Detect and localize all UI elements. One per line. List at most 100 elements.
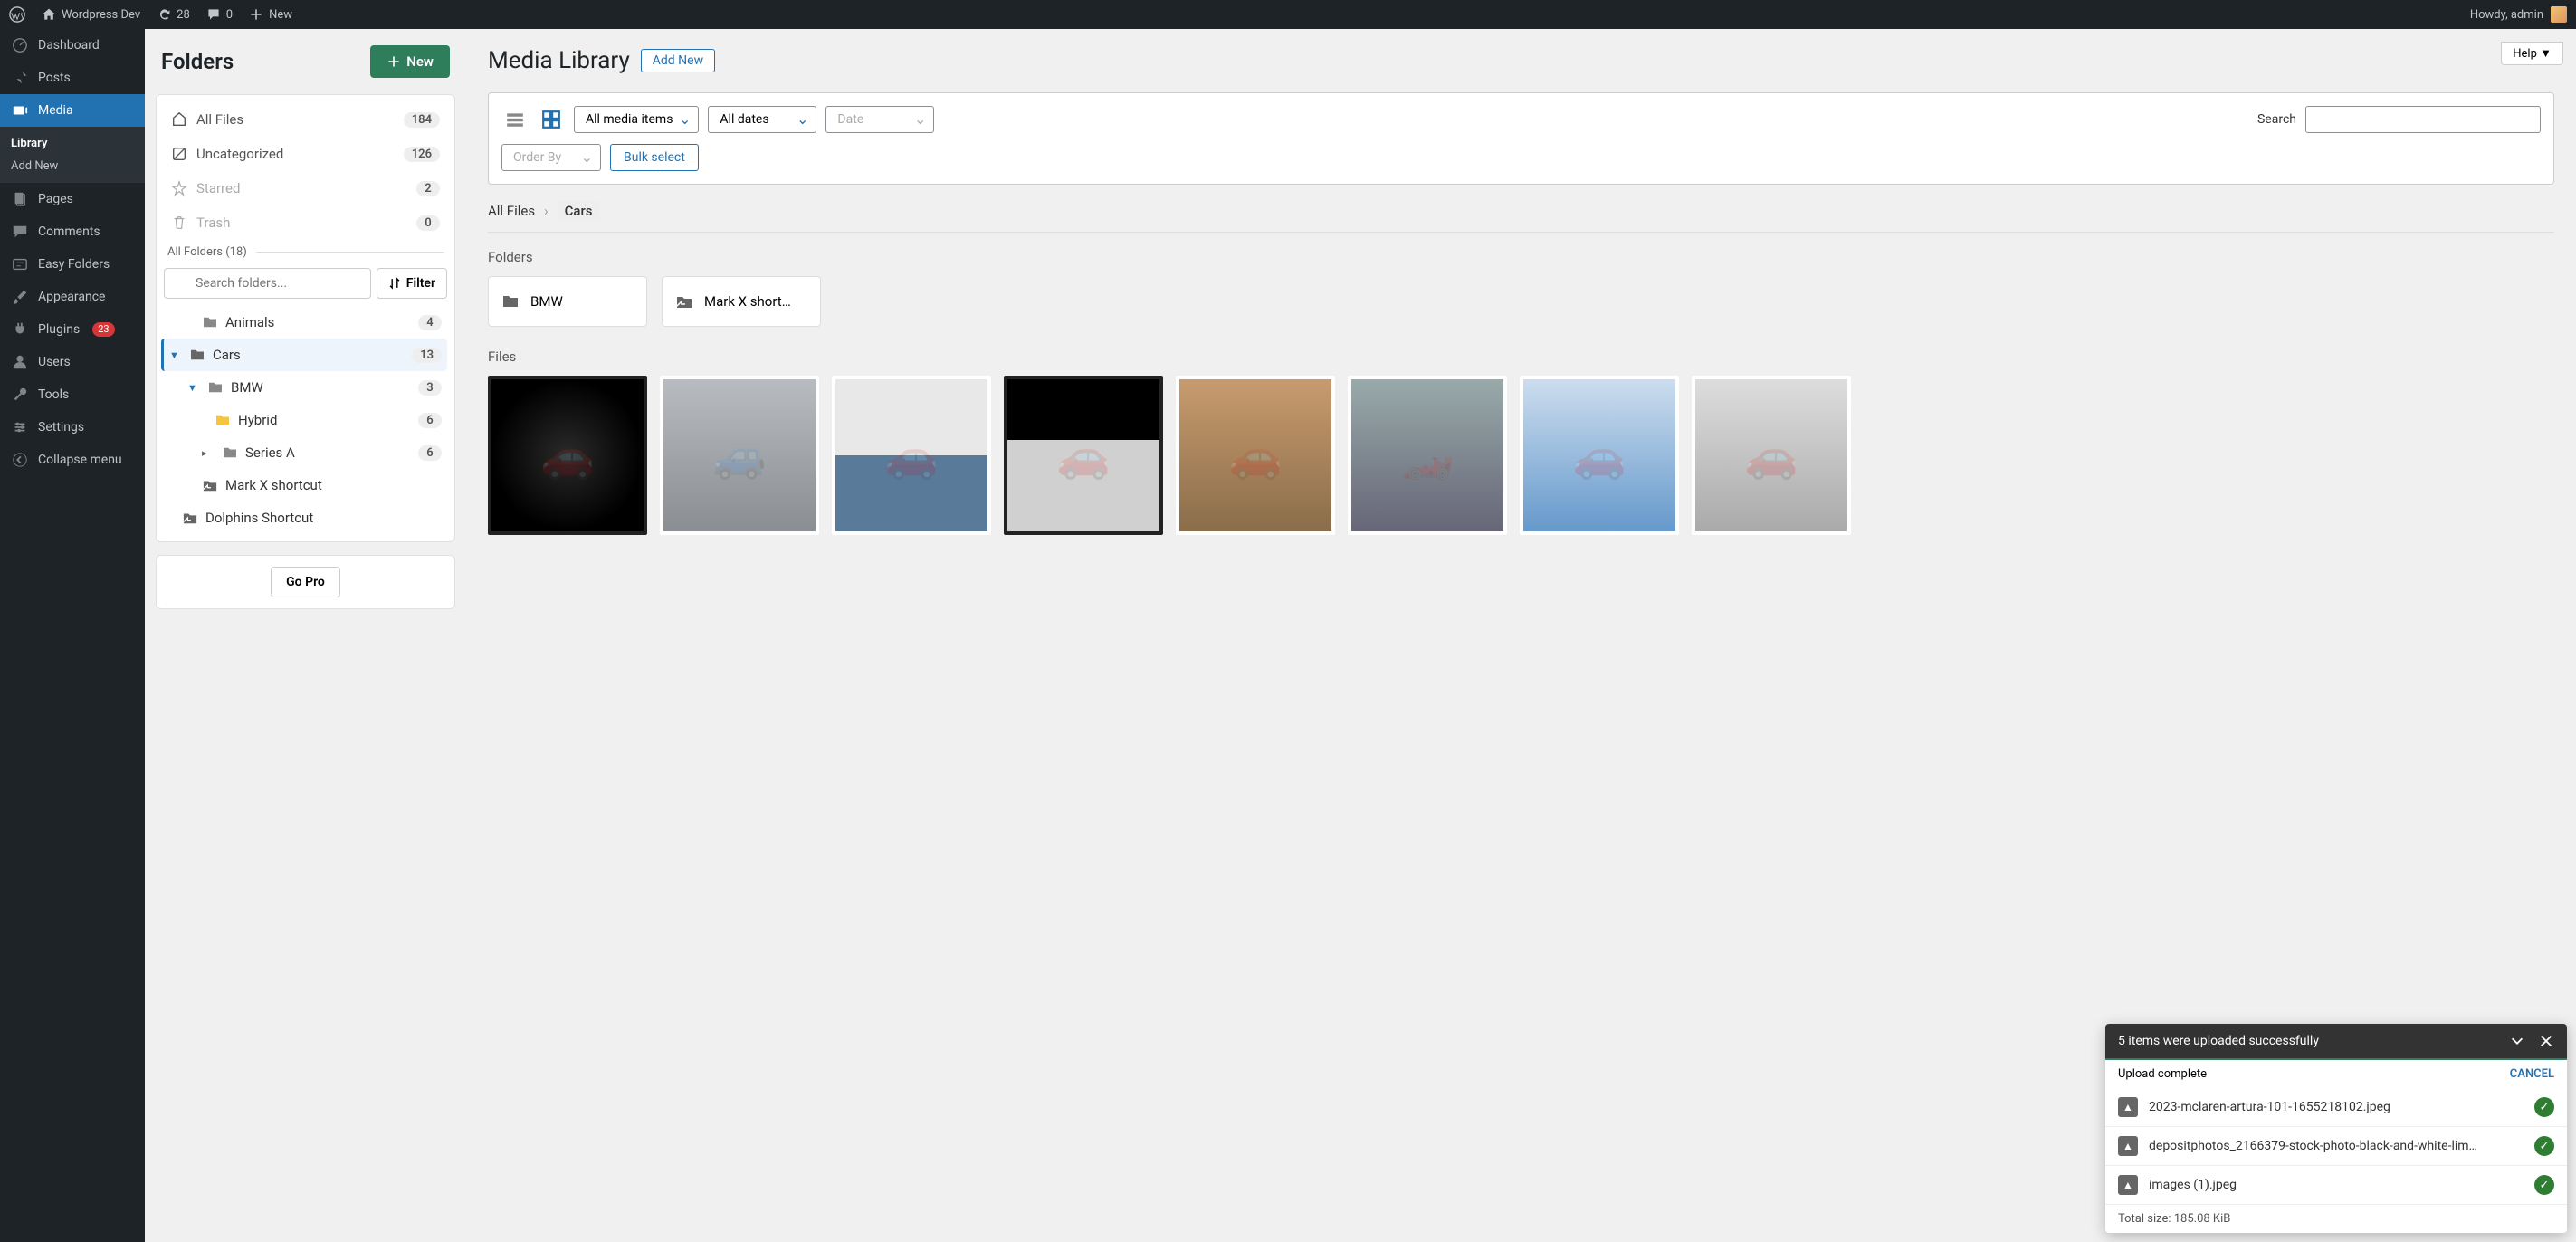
help-tab[interactable]: Help ▼	[2501, 42, 2563, 65]
plugins-badge: 23	[92, 322, 114, 337]
search-label: Search	[2257, 112, 2296, 127]
updates-link[interactable]: 28	[157, 7, 190, 22]
shortcut-icon	[675, 293, 693, 310]
site-link[interactable]: Wordpress Dev	[42, 7, 140, 22]
folder-icon	[202, 316, 218, 329]
upload-list[interactable]: ▲ 2023-mclaren-artura-101-1655218102.jpe…	[2105, 1088, 2567, 1204]
media-submenu: Library Add New	[0, 127, 145, 183]
tree-item-animals[interactable]: ▸Animals 4	[164, 306, 447, 339]
sidebar-item-collapse[interactable]: Collapse menu	[0, 444, 145, 476]
caret-down-icon[interactable]: ▼	[169, 349, 182, 361]
media-thumb[interactable]: 🏎️	[1348, 376, 1507, 535]
tree-item-seriesa[interactable]: ▸Series A 6	[164, 436, 447, 469]
caret-right-icon[interactable]: ▸	[202, 447, 215, 459]
sidebar-sub-addnew[interactable]: Add New	[0, 155, 145, 177]
media-thumb[interactable]: 🚗	[488, 376, 647, 535]
wrench-icon	[11, 386, 29, 404]
breadcrumb-root[interactable]: All Files	[488, 203, 535, 219]
all-folders-label: All Folders (18)	[164, 240, 447, 268]
media-type-select[interactable]: All media items	[574, 106, 699, 133]
upload-cancel-button[interactable]: CANCEL	[2510, 1067, 2554, 1081]
check-icon: ✓	[2534, 1175, 2554, 1195]
chevron-right-icon: ›	[544, 203, 549, 219]
tree-item-hybrid[interactable]: Hybrid 6	[164, 404, 447, 436]
search-folders-input[interactable]	[164, 268, 371, 299]
folder-icon	[189, 349, 205, 361]
add-new-button[interactable]: Add New	[641, 49, 715, 72]
close-icon[interactable]	[2538, 1033, 2554, 1049]
search-media-input[interactable]	[2305, 106, 2541, 133]
new-link[interactable]: New	[249, 7, 292, 22]
media-icon	[11, 101, 29, 119]
folder-icon	[222, 446, 238, 459]
account-link[interactable]: Howdy, admin	[2470, 6, 2567, 23]
dates-select[interactable]: All dates	[708, 106, 816, 133]
sidebar-sub-library[interactable]: Library	[0, 132, 145, 155]
sidebar-item-settings[interactable]: Settings	[0, 411, 145, 444]
media-thumb[interactable]: 🚗	[1004, 376, 1163, 535]
minimize-icon[interactable]	[2509, 1033, 2525, 1049]
folder-icon	[501, 294, 520, 309]
grid-view-button[interactable]	[538, 106, 565, 133]
plus-icon	[386, 54, 401, 69]
trash-icon	[171, 215, 187, 231]
sidebar-item-appearance[interactable]: Appearance	[0, 281, 145, 313]
filter-button[interactable]: Filter	[377, 268, 447, 299]
image-icon: ▲	[2118, 1175, 2138, 1195]
sidebar-item-tools[interactable]: Tools	[0, 378, 145, 411]
sidebar-item-users[interactable]: Users	[0, 346, 145, 378]
collapse-icon	[11, 451, 29, 469]
howdy-text: Howdy, admin	[2470, 8, 2543, 22]
folders-section-label: Folders	[488, 249, 2554, 265]
tree-item-dolphins[interactable]: Dolphins Shortcut	[164, 502, 447, 534]
list-view-button[interactable]	[501, 106, 529, 133]
new-folder-button[interactable]: New	[370, 45, 450, 78]
count-badge: 126	[404, 147, 440, 162]
dashboard-icon	[11, 36, 29, 54]
sidebar-item-comments[interactable]: Comments	[0, 215, 145, 248]
media-thumb[interactable]: 🚗	[1520, 376, 1679, 535]
sidebar-item-pages[interactable]: Pages	[0, 183, 145, 215]
media-thumb[interactable]: 🚗	[1176, 376, 1335, 535]
star-icon	[171, 180, 187, 196]
tree-item-markx[interactable]: Mark X shortcut	[164, 469, 447, 502]
caret-down-icon[interactable]: ▼	[187, 382, 200, 394]
upload-total: Total size: 185.08 KiB	[2105, 1204, 2567, 1233]
folder-icon	[207, 381, 224, 394]
bulk-select-button[interactable]: Bulk select	[610, 144, 699, 171]
system-uncategorized[interactable]: Uncategorized 126	[164, 137, 447, 171]
files-section-label: Files	[488, 349, 2554, 365]
sidebar-item-plugins[interactable]: Plugins23	[0, 313, 145, 346]
sidebar-item-media[interactable]: Media	[0, 94, 145, 127]
sidebar-item-dashboard[interactable]: Dashboard	[0, 29, 145, 62]
count-badge: 0	[416, 215, 440, 231]
breadcrumb-current[interactable]: Cars	[558, 201, 600, 221]
media-thumb[interactable]: 🚙	[660, 376, 819, 535]
updates-count: 28	[177, 8, 190, 22]
folder-icon	[215, 414, 231, 426]
sidebar-item-posts[interactable]: Posts	[0, 62, 145, 94]
system-starred[interactable]: Starred 2	[164, 171, 447, 205]
upload-row: ▲ 2023-mclaren-artura-101-1655218102.jpe…	[2105, 1088, 2567, 1126]
system-trash[interactable]: Trash 0	[164, 205, 447, 240]
avatar	[2551, 6, 2567, 23]
upload-title: 5 items were uploaded successfully	[2118, 1034, 2319, 1048]
go-pro-button[interactable]: Go Pro	[271, 567, 340, 597]
folder-tile-bmw[interactable]: BMW	[488, 276, 647, 327]
upload-toast: 5 items were uploaded successfully Uploa…	[2105, 1024, 2567, 1233]
orderby-select[interactable]: Order By	[501, 144, 601, 171]
folders-panel: Folders New All Files 184 Uncategorized …	[145, 29, 466, 1242]
media-thumb[interactable]: 🚗	[832, 376, 991, 535]
sidebar-item-easyfolders[interactable]: Easy Folders	[0, 248, 145, 281]
comments-link[interactable]: 0	[206, 7, 233, 22]
media-thumb[interactable]: 🚗	[1692, 376, 1851, 535]
easyfolders-icon	[11, 255, 29, 273]
tree-item-bmw[interactable]: ▼BMW 3	[164, 371, 447, 404]
tree-item-cars[interactable]: ▼Cars 13	[161, 339, 447, 371]
new-label: New	[269, 8, 292, 22]
shortcut-icon	[182, 511, 198, 525]
check-icon: ✓	[2534, 1097, 2554, 1117]
folder-tile-markx[interactable]: Mark X short…	[662, 276, 821, 327]
system-all-files[interactable]: All Files 184	[164, 102, 447, 137]
wp-logo[interactable]	[9, 6, 25, 23]
